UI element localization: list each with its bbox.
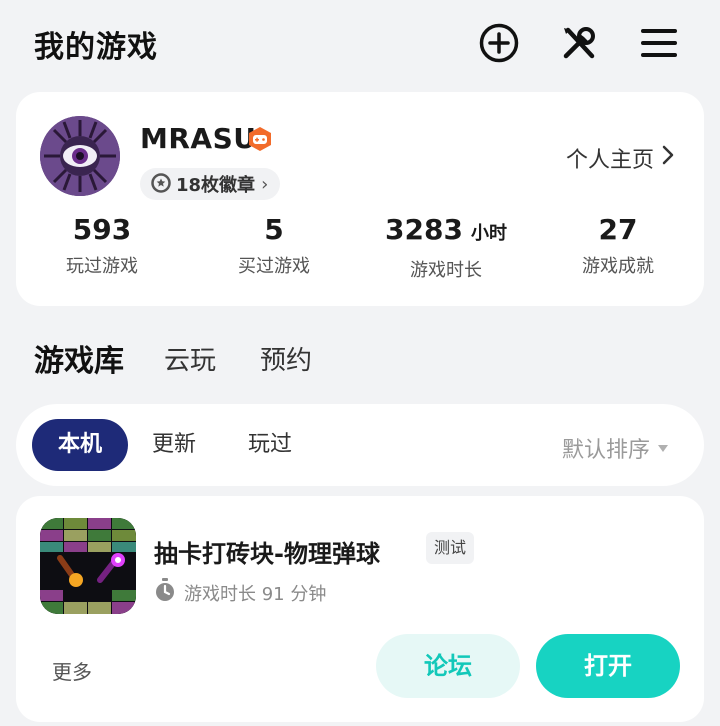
stat-label: 玩过游戏 [66, 256, 138, 277]
forum-button[interactable]: 论坛 [376, 634, 520, 698]
username: MRASU [140, 122, 257, 155]
playtime-row: 游戏时长 91 分钟 [154, 578, 326, 607]
game-card: 抽卡打砖块-物理弹球 测试 游戏时长 91 分钟 更多 论坛 打开 [16, 496, 704, 722]
more-link[interactable]: 更多 [52, 656, 92, 685]
homepage-link[interactable]: 个人主页 [566, 142, 674, 174]
homepage-label: 个人主页 [565, 148, 654, 173]
game-title[interactable]: 抽卡打砖块-物理弹球 [154, 534, 380, 569]
tab-label: 预约 [260, 346, 313, 376]
filter-updates[interactable]: 更新 [152, 419, 196, 471]
page-title: 我的游戏 [34, 30, 158, 65]
tab-label: 云玩 [164, 346, 217, 376]
stat-label: 游戏成就 [582, 256, 654, 277]
filter-bar: 本机 更新 玩过 默认排序 [16, 404, 704, 486]
stat-playtime[interactable]: 3283 小时 游戏时长 [360, 212, 532, 282]
stats-row: 593 玩过游戏 5 买过游戏 3283 小时 游戏时长 27 游戏成就 [16, 212, 704, 282]
stat-value: 27 [598, 213, 638, 246]
stat-value: 5 [264, 213, 284, 246]
stat-value: 3283 [385, 213, 463, 246]
tools-icon[interactable] [558, 22, 600, 64]
test-tag: 测试 [426, 532, 475, 564]
profile-card: MRASU 18枚徽章 › 个人主页 593 玩过游戏 5 买过游戏 3283 … [16, 92, 704, 306]
header: 我的游戏 [0, 0, 720, 88]
tab-game-library[interactable]: 游戏库 [34, 336, 124, 380]
stat-label: 买过游戏 [238, 256, 310, 277]
menu-icon[interactable] [638, 22, 680, 64]
open-button[interactable]: 打开 [536, 634, 680, 698]
avatar[interactable] [40, 116, 120, 196]
caret-down-icon [658, 444, 668, 452]
add-circle-icon[interactable] [478, 22, 520, 64]
chevron-right-icon: › [261, 173, 269, 195]
stat-unit: 小时 [470, 223, 507, 244]
sort-label: 默认排序 [561, 438, 650, 463]
stopwatch-icon [154, 578, 176, 607]
medal-icon [150, 171, 172, 197]
tab-label: 游戏库 [34, 344, 124, 379]
stat-label: 游戏时长 [410, 260, 482, 281]
playtime-label: 游戏时长 91 分钟 [184, 583, 327, 605]
tab-cloud-play[interactable]: 云玩 [164, 340, 216, 377]
stat-achievements[interactable]: 27 游戏成就 [532, 212, 704, 278]
badges-label: 18枚徽章 [176, 175, 256, 196]
filter-local[interactable]: 本机 [32, 419, 128, 471]
sort-dropdown[interactable]: 默认排序 [562, 432, 668, 464]
stat-bought[interactable]: 5 买过游戏 [188, 212, 360, 278]
stat-played[interactable]: 593 玩过游戏 [16, 212, 188, 278]
gamepad-badge-icon [246, 125, 274, 153]
stat-value: 593 [72, 213, 132, 246]
tab-reservations[interactable]: 预约 [260, 340, 312, 377]
filter-played[interactable]: 玩过 [248, 419, 292, 471]
badges-pill[interactable]: 18枚徽章 › [140, 168, 281, 200]
chevron-right-icon [662, 145, 674, 171]
game-icon[interactable] [40, 518, 136, 614]
